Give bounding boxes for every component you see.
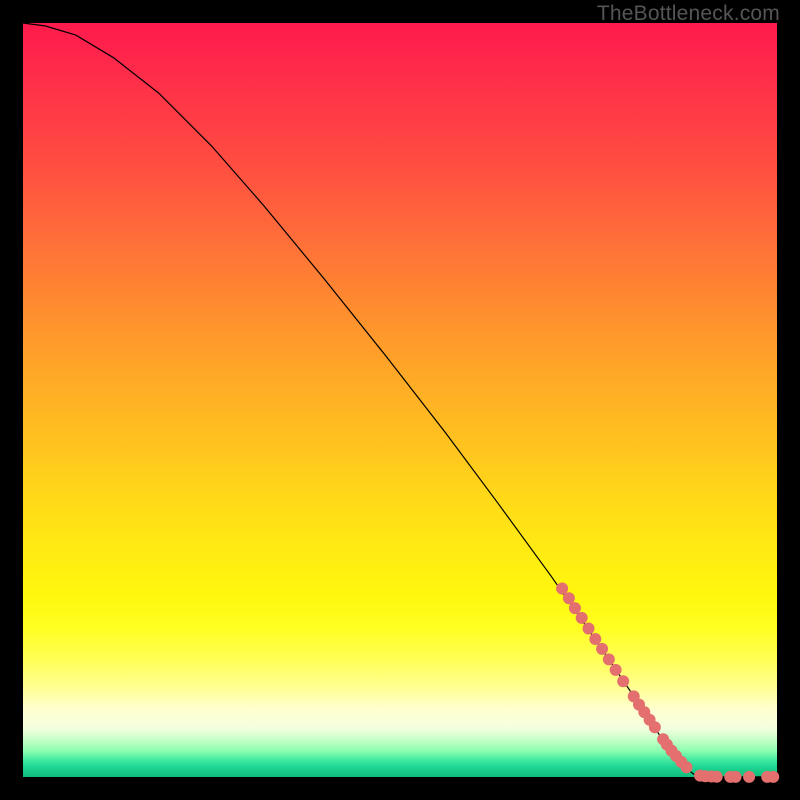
scatter-dot xyxy=(583,622,595,634)
chart-plot-area xyxy=(23,23,777,777)
scatter-markers xyxy=(556,583,779,783)
scatter-dot xyxy=(576,612,588,624)
scatter-dot xyxy=(649,721,661,733)
scatter-dot xyxy=(730,771,742,783)
scatter-dot xyxy=(596,643,608,655)
chart-overlay-svg xyxy=(23,23,777,777)
curve-line xyxy=(23,23,777,777)
chart-stage: TheBottleneck.com xyxy=(0,0,800,800)
scatter-dot xyxy=(569,602,581,614)
scatter-dot xyxy=(743,771,755,783)
scatter-dot xyxy=(556,583,568,595)
scatter-dot xyxy=(711,771,723,783)
scatter-dot xyxy=(610,664,622,676)
scatter-dot xyxy=(767,771,779,783)
scatter-dot xyxy=(603,653,615,665)
scatter-dot xyxy=(681,761,693,773)
scatter-dot xyxy=(617,675,629,687)
scatter-dot xyxy=(589,633,601,645)
